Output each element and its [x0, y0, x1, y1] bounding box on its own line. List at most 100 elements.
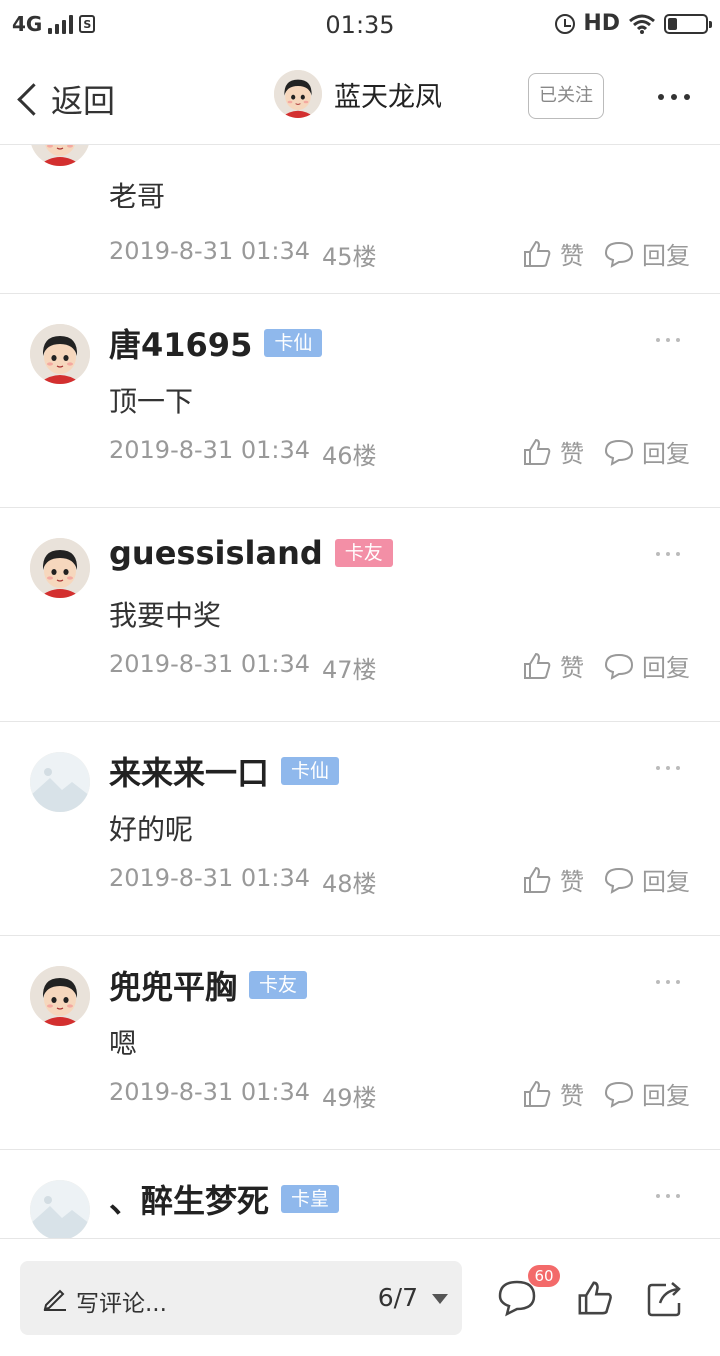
comment-avatar[interactable] — [30, 324, 90, 384]
like-button[interactable]: 赞 — [522, 862, 584, 897]
back-button[interactable]: 返回 — [14, 76, 115, 122]
comment-meta: 2019-8-31 01:34 49楼 — [109, 1078, 377, 1113]
comment-text: 嗯 — [109, 1027, 138, 1060]
like-button[interactable]: 赞 — [522, 648, 584, 683]
more-options-icon[interactable] — [658, 94, 690, 100]
back-chevron-icon — [17, 82, 50, 116]
user-level-badge: 卡仙 — [281, 757, 340, 785]
status-bar: 4G S 01:35 HD — [0, 0, 720, 50]
comment-actions: 赞 回复 — [522, 434, 690, 469]
comment-date: 2019-8-31 01:34 — [109, 237, 310, 265]
comment-date: 2019-8-31 01:34 — [109, 864, 310, 892]
comment-bubble-icon — [604, 653, 634, 680]
header-user[interactable]: 蓝天龙凤 — [274, 70, 442, 118]
follow-button[interactable]: 已关注 — [528, 73, 604, 119]
user-level-badge: 卡友 — [334, 539, 393, 567]
like-button[interactable]: 赞 — [522, 434, 584, 469]
comment-item: 、醉生梦死 卡皇 — [0, 1150, 720, 1238]
thumbs-up-icon[interactable] — [576, 1279, 614, 1317]
comment-meta: 2019-8-31 01:34 47楼 — [109, 650, 377, 685]
status-right: HD — [555, 11, 712, 36]
write-comment-box[interactable]: 写评论... 6/7 — [20, 1261, 462, 1335]
comment-more-icon[interactable] — [656, 1194, 680, 1198]
comment-username[interactable]: guessisland — [109, 534, 323, 572]
reply-button[interactable]: 回复 — [604, 648, 690, 683]
comment-floor: 46楼 — [322, 442, 377, 470]
like-label: 赞 — [560, 1082, 584, 1110]
comment-header: 唐41695 卡仙 — [109, 320, 323, 366]
hd-indicator: HD — [583, 11, 620, 36]
reply-label: 回复 — [642, 654, 690, 682]
reply-button[interactable]: 回复 — [604, 1076, 690, 1111]
reply-label: 回复 — [642, 868, 690, 896]
battery-icon — [664, 13, 712, 34]
reply-label: 回复 — [642, 440, 690, 468]
comment-text: 老哥 — [109, 180, 166, 213]
comment-avatar[interactable] — [30, 145, 90, 166]
reply-button[interactable]: 回复 — [604, 862, 690, 897]
comment-username[interactable]: 兜兜平胸 — [109, 962, 237, 1008]
thumbs-up-icon — [524, 1080, 551, 1107]
alarm-icon — [555, 13, 576, 34]
comment-floor: 49楼 — [322, 1084, 377, 1112]
page-indicator[interactable]: 6/7 — [378, 1283, 418, 1312]
comment-actions: 赞 回复 — [522, 862, 690, 897]
comment-meta: 2019-8-31 01:34 45楼 — [109, 237, 377, 272]
comment-floor: 45楼 — [322, 243, 377, 271]
thumbs-up-icon — [524, 866, 551, 893]
comment-avatar[interactable] — [30, 752, 90, 812]
comment-avatar[interactable] — [30, 1180, 90, 1238]
battery-level — [668, 17, 677, 30]
like-label: 赞 — [560, 654, 584, 682]
comment-floor: 47楼 — [322, 656, 377, 684]
like-label: 赞 — [560, 868, 584, 896]
back-label: 返回 — [51, 82, 116, 120]
comment-list: 老哥 2019-8-31 01:34 45楼 赞 回复 唐41695 卡仙 顶一下 2… — [0, 145, 720, 1238]
comment-date: 2019-8-31 01:34 — [109, 1078, 310, 1106]
comment-username[interactable]: 来来来一口 — [109, 748, 269, 794]
comment-more-icon[interactable] — [656, 980, 680, 984]
comment-username[interactable]: 、醉生梦死 — [109, 1176, 269, 1222]
comment-meta: 2019-8-31 01:34 48楼 — [109, 864, 377, 899]
header-user-name: 蓝天龙凤 — [334, 81, 442, 113]
comment-count-badge: 60 — [528, 1265, 560, 1287]
comment-date: 2019-8-31 01:34 — [109, 436, 310, 464]
like-button[interactable]: 赞 — [522, 1076, 584, 1111]
comment-username[interactable]: 唐41695 — [109, 320, 252, 366]
comment-actions: 赞 回复 — [522, 236, 690, 271]
wifi-icon — [629, 14, 655, 34]
comment-more-icon[interactable] — [656, 766, 680, 770]
comment-avatar[interactable] — [30, 966, 90, 1026]
page-dropdown-icon[interactable] — [432, 1294, 448, 1304]
comment-floor: 48楼 — [322, 870, 377, 898]
comment-more-icon[interactable] — [656, 338, 680, 342]
comment-header: 、醉生梦死 卡皇 — [109, 1176, 340, 1222]
thumbs-up-icon — [524, 438, 551, 465]
comments-icon[interactable] — [497, 1279, 537, 1317]
comment-text: 好的呢 — [109, 813, 194, 846]
reply-button[interactable]: 回复 — [604, 434, 690, 469]
comment-item: 老哥 2019-8-31 01:34 45楼 赞 回复 — [0, 145, 720, 294]
reply-button[interactable]: 回复 — [604, 236, 690, 271]
comment-avatar[interactable] — [30, 538, 90, 598]
thumbs-up-icon — [524, 240, 551, 267]
comment-meta: 2019-8-31 01:34 46楼 — [109, 436, 377, 471]
comment-text: 顶一下 — [109, 385, 194, 418]
like-label: 赞 — [560, 242, 584, 270]
comment-bubble-icon — [604, 1081, 634, 1108]
comment-header: 来来来一口 卡仙 — [109, 748, 340, 794]
reply-label: 回复 — [642, 1082, 690, 1110]
comment-bubble-icon — [604, 439, 634, 466]
like-button[interactable]: 赞 — [522, 236, 584, 271]
comment-item: 来来来一口 卡仙好的呢 2019-8-31 01:34 48楼 赞 回复 — [0, 722, 720, 936]
comment-item: 唐41695 卡仙顶一下 2019-8-31 01:34 46楼 赞 回复 — [0, 294, 720, 508]
thumbs-up-icon — [524, 652, 551, 679]
comment-actions: 赞 回复 — [522, 1076, 690, 1111]
user-level-badge: 卡皇 — [281, 1185, 340, 1213]
comment-item: guessisland 卡友 我要中奖 2019-8-31 01:34 47楼 赞 回复 — [0, 508, 720, 722]
user-level-badge: 卡友 — [249, 971, 308, 999]
comment-date: 2019-8-31 01:34 — [109, 650, 310, 678]
comment-more-icon[interactable] — [656, 552, 680, 556]
share-icon[interactable] — [646, 1279, 684, 1317]
user-level-badge: 卡仙 — [264, 329, 323, 357]
